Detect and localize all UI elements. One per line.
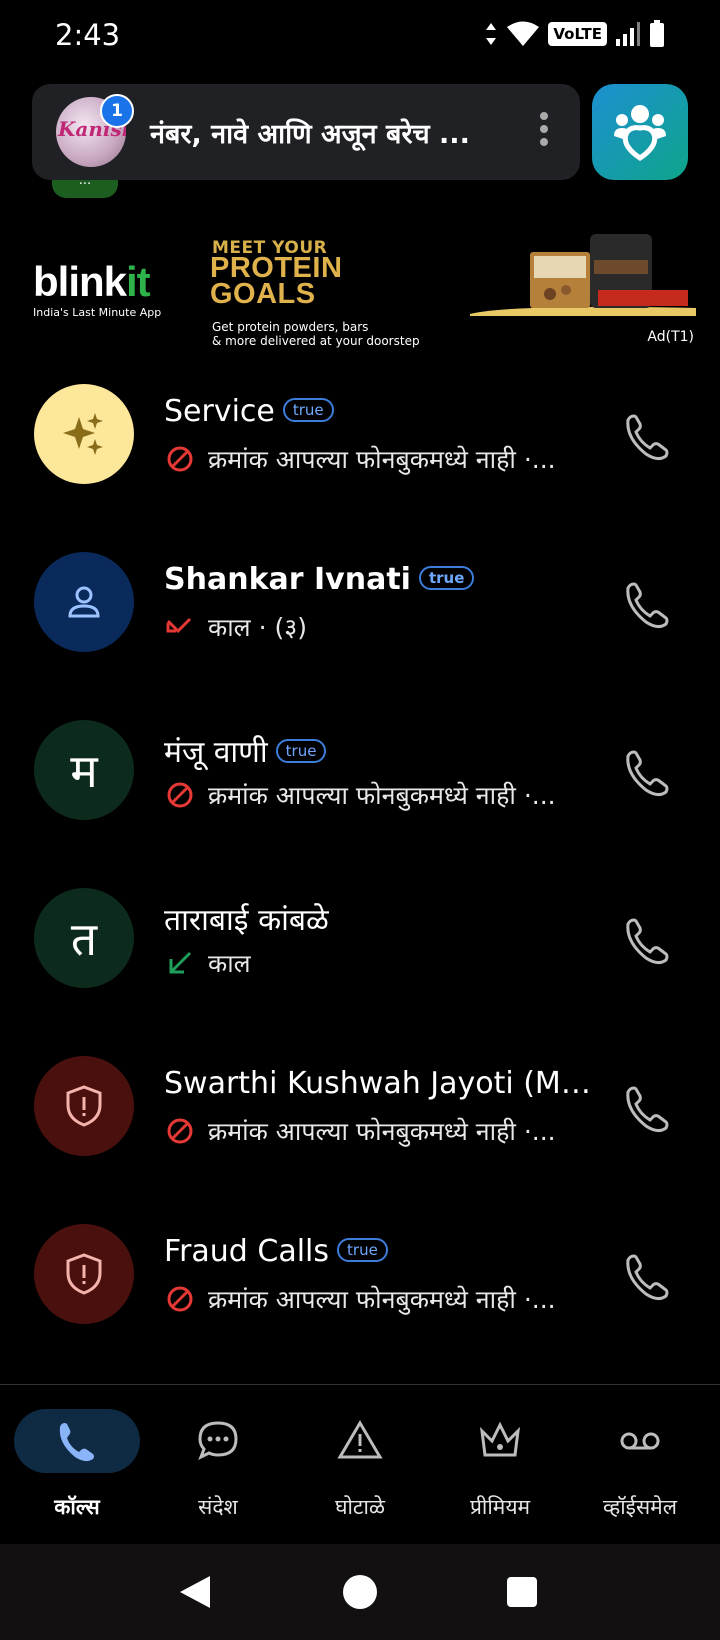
ad-subtext-2: & more delivered at your doorstep [212, 334, 420, 348]
avatar [34, 1224, 134, 1324]
nav-messages[interactable]: संदेश [148, 1409, 288, 1529]
ad-products-image [470, 234, 696, 316]
nav-scams[interactable]: घोटाळे [290, 1409, 430, 1529]
blocked-icon [167, 782, 193, 808]
call-button[interactable] [620, 912, 676, 968]
nav-premium[interactable]: प्रीमियम [430, 1409, 570, 1529]
caller-name: Service true [164, 394, 334, 429]
person-icon [68, 586, 100, 618]
ad-subtext-1: Get protein powders, bars [212, 320, 369, 334]
nav-voicemail[interactable]: व्हॉईसमेल [570, 1409, 710, 1529]
verified-badge: true [275, 738, 327, 763]
call-button[interactable] [620, 408, 676, 464]
recents-icon[interactable] [504, 1574, 540, 1610]
missed-call-icon [166, 617, 192, 634]
nav-label-premium: प्रीमियम [469, 1495, 531, 1519]
signal-icon [616, 22, 640, 46]
scrolled-item-chip: ··· [52, 180, 118, 198]
ad-label: Ad(T1) [645, 329, 696, 345]
call-details: क्रमांक आपल्या फोनबुकमध्ये नाही ·... [164, 1114, 556, 1148]
avatar [34, 384, 134, 484]
shield-alert-icon [66, 1085, 102, 1127]
status-icons: VoLTE [484, 20, 665, 48]
call-list: Service true क्रमांक आपल्या फोनबुकमध्ये न… [0, 350, 720, 1358]
ad-headline-2: GOALS [210, 278, 316, 310]
nav-label-scams: घोटाळे [335, 1495, 385, 1519]
sparkle-icon [63, 413, 103, 455]
call-row[interactable]: Shankar Ivnati true काल · (३) [0, 518, 720, 686]
verified-badge: true [418, 565, 475, 590]
ad-banner[interactable]: blinkit India's Last Minute App MEET YOU… [0, 230, 720, 355]
call-button[interactable] [620, 744, 676, 800]
avatar: म [34, 720, 134, 820]
call-details: काल · (३) [164, 610, 307, 644]
contacts-button[interactable] [592, 84, 688, 180]
shield-alert-icon [66, 1253, 102, 1295]
nav-label-voicemail: व्हॉईसमेल [603, 1495, 677, 1519]
nav-label-calls: कॉल्स [54, 1495, 100, 1519]
call-row[interactable]: Swarthi Kushwah Jayoti (Mu... क्रमांक आप… [0, 1022, 720, 1190]
call-row[interactable]: Service true क्रमांक आपल्या फोनबुकमध्ये न… [0, 350, 720, 518]
chat-bubble-icon [198, 1421, 238, 1461]
call-button[interactable] [620, 576, 676, 632]
volte-badge: VoLTE [548, 22, 607, 46]
nav-label-messages: संदेश [198, 1495, 238, 1519]
call-row[interactable]: म मंजू वाणी true क्रमांक आपल्या फोनबुकमध्… [0, 686, 720, 854]
back-icon[interactable] [176, 1572, 216, 1612]
avatar: त [34, 888, 134, 988]
home-icon[interactable] [340, 1572, 380, 1612]
ad-tagline: India's Last Minute App [33, 306, 162, 319]
wifi-icon [507, 21, 540, 46]
status-bar: 2:43 VoLTE [0, 0, 720, 72]
search-bar[interactable]: Kanishka 1 नंबर, नावे आणि अजून बरेच ... [32, 84, 580, 180]
blocked-icon [167, 446, 193, 472]
call-details: क्रमांक आपल्या फोनबुकमध्ये नाही ·... [164, 778, 556, 812]
ad-brand-logo: blinkit [33, 258, 151, 305]
blocked-icon [167, 1286, 193, 1312]
bottom-navigation: कॉल्स संदेश घोटाळे प्रीमियम व्हॉईसमेल [0, 1384, 720, 1545]
call-details: क्रमांक आपल्या फोनबुकमध्ये नाही ·... [164, 1282, 556, 1316]
notification-badge: 1 [100, 94, 134, 128]
contacts-icon [614, 105, 666, 162]
warning-triangle-icon [337, 1420, 383, 1459]
caller-name: ताराबाई कांबळे [164, 903, 329, 938]
system-navigation-bar [0, 1544, 720, 1640]
call-row[interactable]: Fraud Calls true क्रमांक आपल्या फोनबुकमध्… [0, 1190, 720, 1358]
search-placeholder: नंबर, नावे आणि अजून बरेच ... [150, 119, 470, 150]
caller-name: मंजू वाणी true [164, 730, 327, 771]
call-details: क्रमांक आपल्या फोनबुकमध्ये नाही ·... [164, 442, 556, 476]
avatar [34, 1056, 134, 1156]
crown-icon [479, 1421, 521, 1457]
call-row[interactable]: त ताराबाई कांबळे काल [0, 854, 720, 1022]
call-button[interactable] [620, 1080, 676, 1136]
battery-icon [650, 20, 664, 47]
call-details: काल [164, 946, 251, 980]
overflow-menu-icon[interactable] [540, 112, 550, 151]
call-button[interactable] [620, 1248, 676, 1304]
incoming-call-icon [169, 951, 192, 974]
caller-name: Swarthi Kushwah Jayoti (Mu... [164, 1066, 594, 1101]
nav-calls[interactable]: कॉल्स [14, 1409, 154, 1529]
avatar [34, 552, 134, 652]
voicemail-icon [620, 1432, 660, 1450]
verified-badge: true [282, 397, 334, 422]
status-time: 2:43 [55, 18, 121, 52]
blocked-icon [167, 1118, 193, 1144]
caller-name: Shankar Ivnati true [164, 562, 475, 597]
phone-icon [59, 1423, 94, 1462]
caller-name: Fraud Calls true [164, 1234, 388, 1269]
data-arrows-icon [486, 23, 497, 45]
verified-badge: true [337, 1237, 388, 1262]
